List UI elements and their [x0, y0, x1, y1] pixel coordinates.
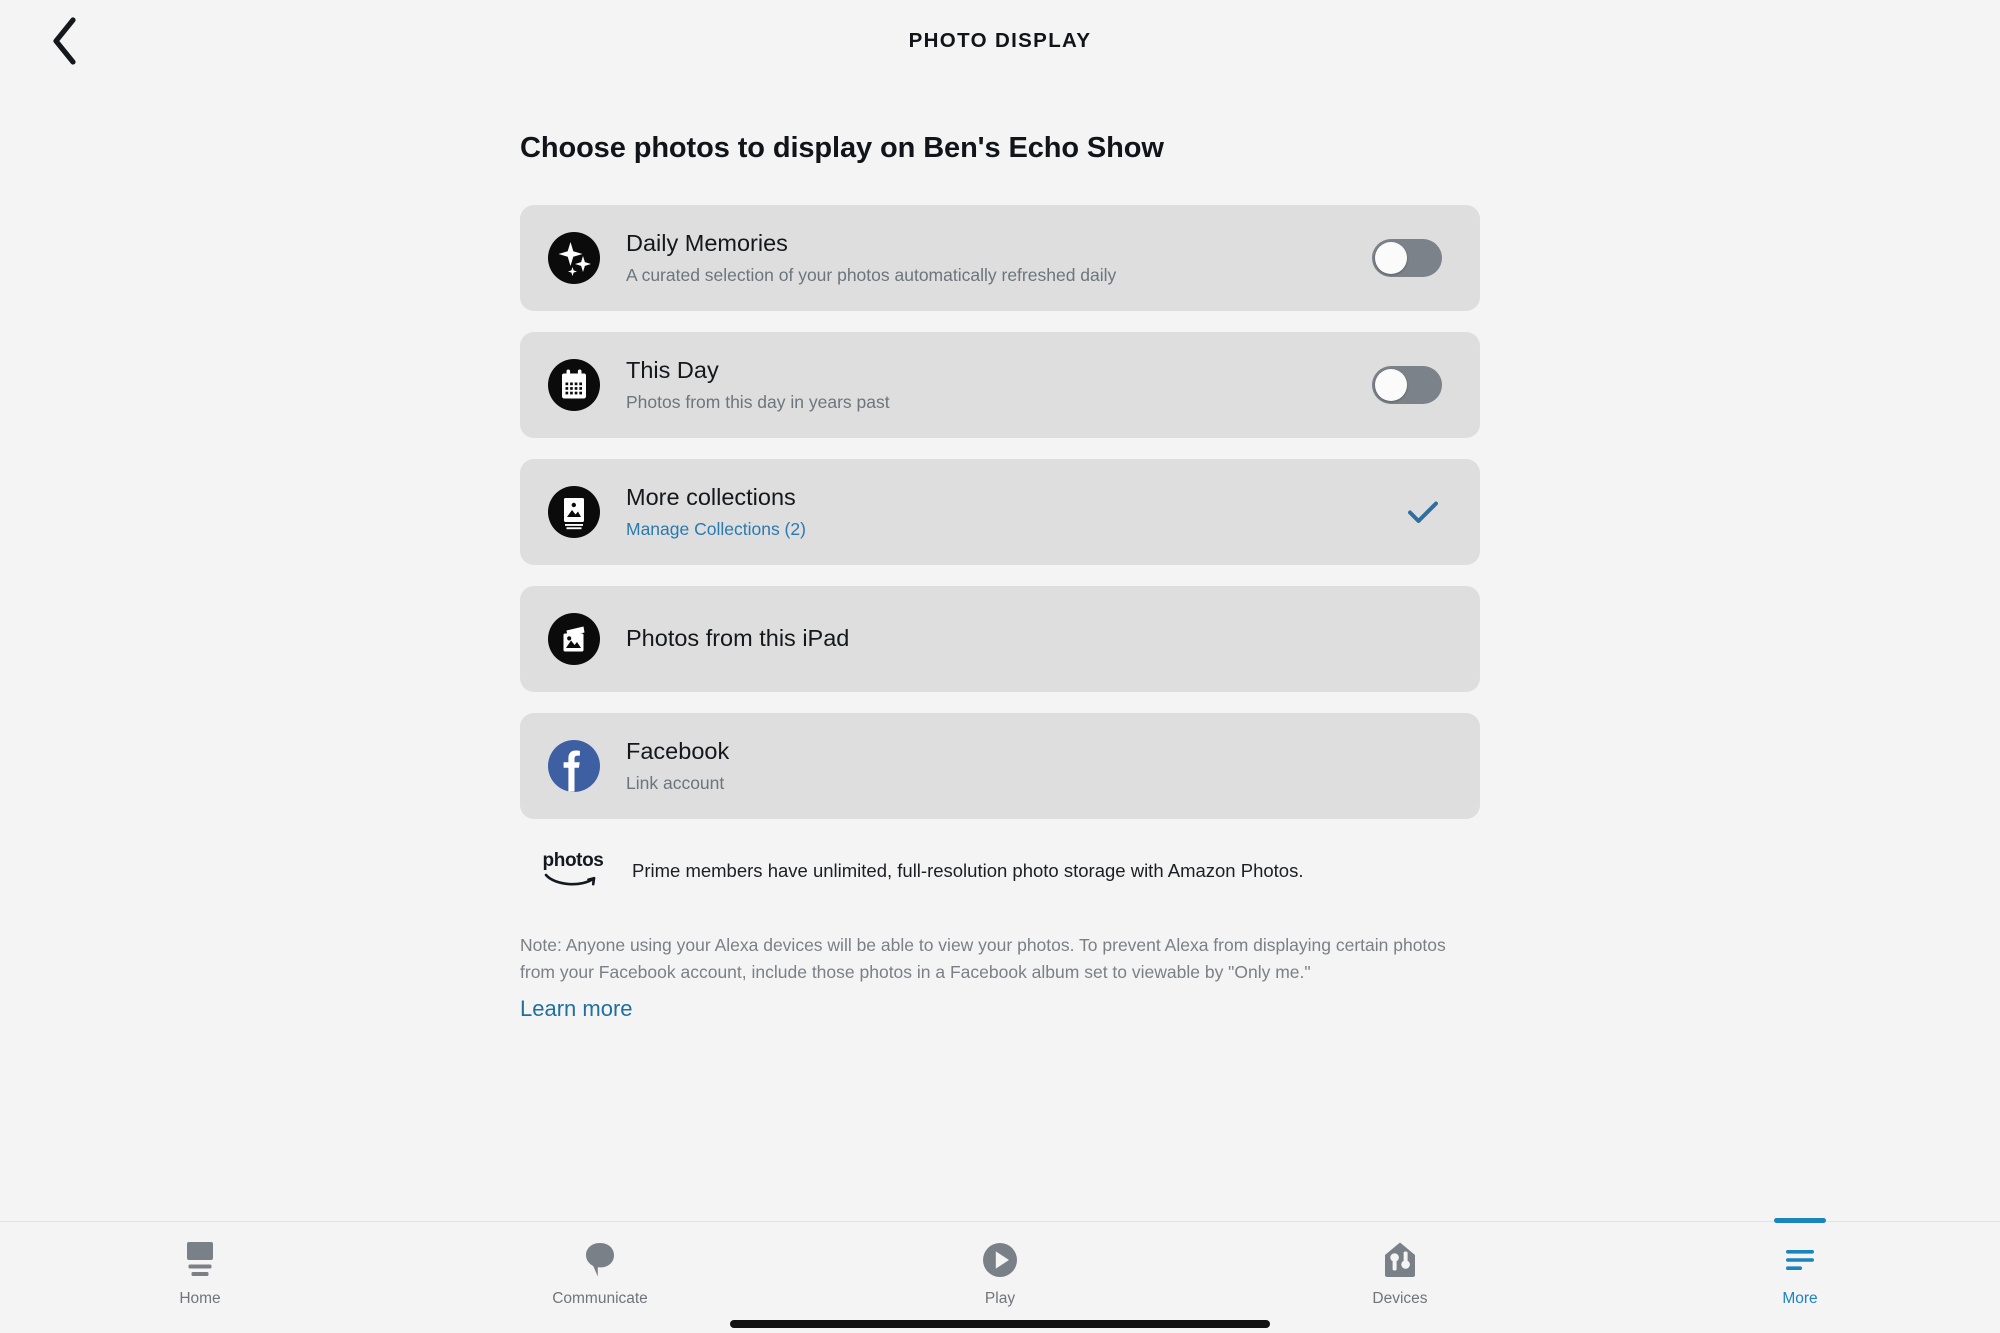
home-indicator [730, 1320, 1270, 1328]
card-photos-from-this-ipad[interactable]: Photos from this iPad [520, 586, 1480, 692]
this-day-toggle[interactable] [1372, 366, 1442, 404]
card-title: Facebook [626, 738, 730, 765]
bottom-tab-bar: Home Communicate Play Devices More [0, 1218, 2000, 1333]
privacy-footnote: Note: Anyone using your Alexa devices wi… [520, 932, 1480, 1026]
play-circle-icon [979, 1239, 1021, 1281]
privacy-footnote-text: Note: Anyone using your Alexa devices wi… [520, 935, 1446, 982]
tab-label: Devices [1372, 1290, 1428, 1307]
speech-bubble-icon [580, 1239, 620, 1281]
tab-more[interactable]: More [1600, 1218, 2000, 1333]
card-subtitle: Link account [626, 772, 725, 793]
card-title: Photos from this iPad [626, 625, 850, 652]
amazon-photos-logo: photos [542, 851, 604, 890]
prime-storage-text: Prime members have unlimited, full-resol… [632, 859, 1304, 881]
sparkle-icon [548, 232, 600, 284]
toggle-knob [1375, 369, 1407, 401]
card-subtitle: Photos from this day in years past [626, 391, 890, 412]
learn-more-link[interactable]: Learn more [520, 992, 633, 1026]
card-title: More collections [626, 484, 796, 511]
photo-source-list: Daily Memories A curated selection of yo… [520, 205, 1480, 819]
check-icon [1408, 501, 1438, 523]
photo-stack-icon [548, 613, 600, 665]
card-title: Daily Memories [626, 230, 788, 257]
active-tab-indicator [1774, 1218, 1826, 1223]
smart-home-icon [1380, 1239, 1420, 1281]
manage-collections-link[interactable]: Manage Collections (2) [626, 519, 1386, 540]
tab-label: Communicate [552, 1290, 648, 1307]
content-area: Choose photos to display on Ben's Echo S… [0, 82, 2000, 1221]
navigation-bar: PHOTO DISPLAY [0, 0, 2000, 82]
tab-label: More [1782, 1290, 1818, 1307]
tab-home[interactable]: Home [0, 1222, 400, 1333]
tab-label: Home [179, 1290, 221, 1307]
card-subtitle: A curated selection of your photos autom… [626, 264, 1117, 285]
card-daily-memories[interactable]: Daily Memories A curated selection of yo… [520, 205, 1480, 311]
toggle-knob [1375, 242, 1407, 274]
amazon-smile-icon [544, 873, 596, 886]
card-title: This Day [626, 357, 719, 384]
chevron-left-icon [53, 17, 76, 65]
tab-play[interactable]: Play [800, 1222, 1200, 1333]
page-title: PHOTO DISPLAY [908, 29, 1092, 52]
photo-display-screen: PHOTO DISPLAY Choose photos to display o… [0, 0, 2000, 1333]
photo-album-icon [548, 486, 600, 538]
amazon-photos-wordmark: photos [542, 850, 604, 871]
page-heading: Choose photos to display on Ben's Echo S… [520, 132, 1164, 164]
daily-memories-toggle[interactable] [1372, 239, 1442, 277]
card-this-day[interactable]: This Day Photos from this day in years p… [520, 332, 1480, 438]
hamburger-menu-icon [1780, 1239, 1820, 1281]
tab-communicate[interactable]: Communicate [400, 1222, 800, 1333]
facebook-icon [548, 740, 600, 792]
tab-label: Play [984, 1290, 1016, 1307]
echo-show-icon [180, 1239, 220, 1281]
back-button[interactable] [34, 11, 94, 71]
more-collections-checkmark [1404, 493, 1442, 531]
calendar-icon [548, 359, 600, 411]
card-facebook[interactable]: Facebook Link account [520, 713, 1480, 819]
amazon-photos-note: photos Prime members have unlimited, ful… [520, 851, 1480, 890]
tab-devices[interactable]: Devices [1200, 1222, 1600, 1333]
card-more-collections[interactable]: More collections Manage Collections (2) [520, 459, 1480, 565]
